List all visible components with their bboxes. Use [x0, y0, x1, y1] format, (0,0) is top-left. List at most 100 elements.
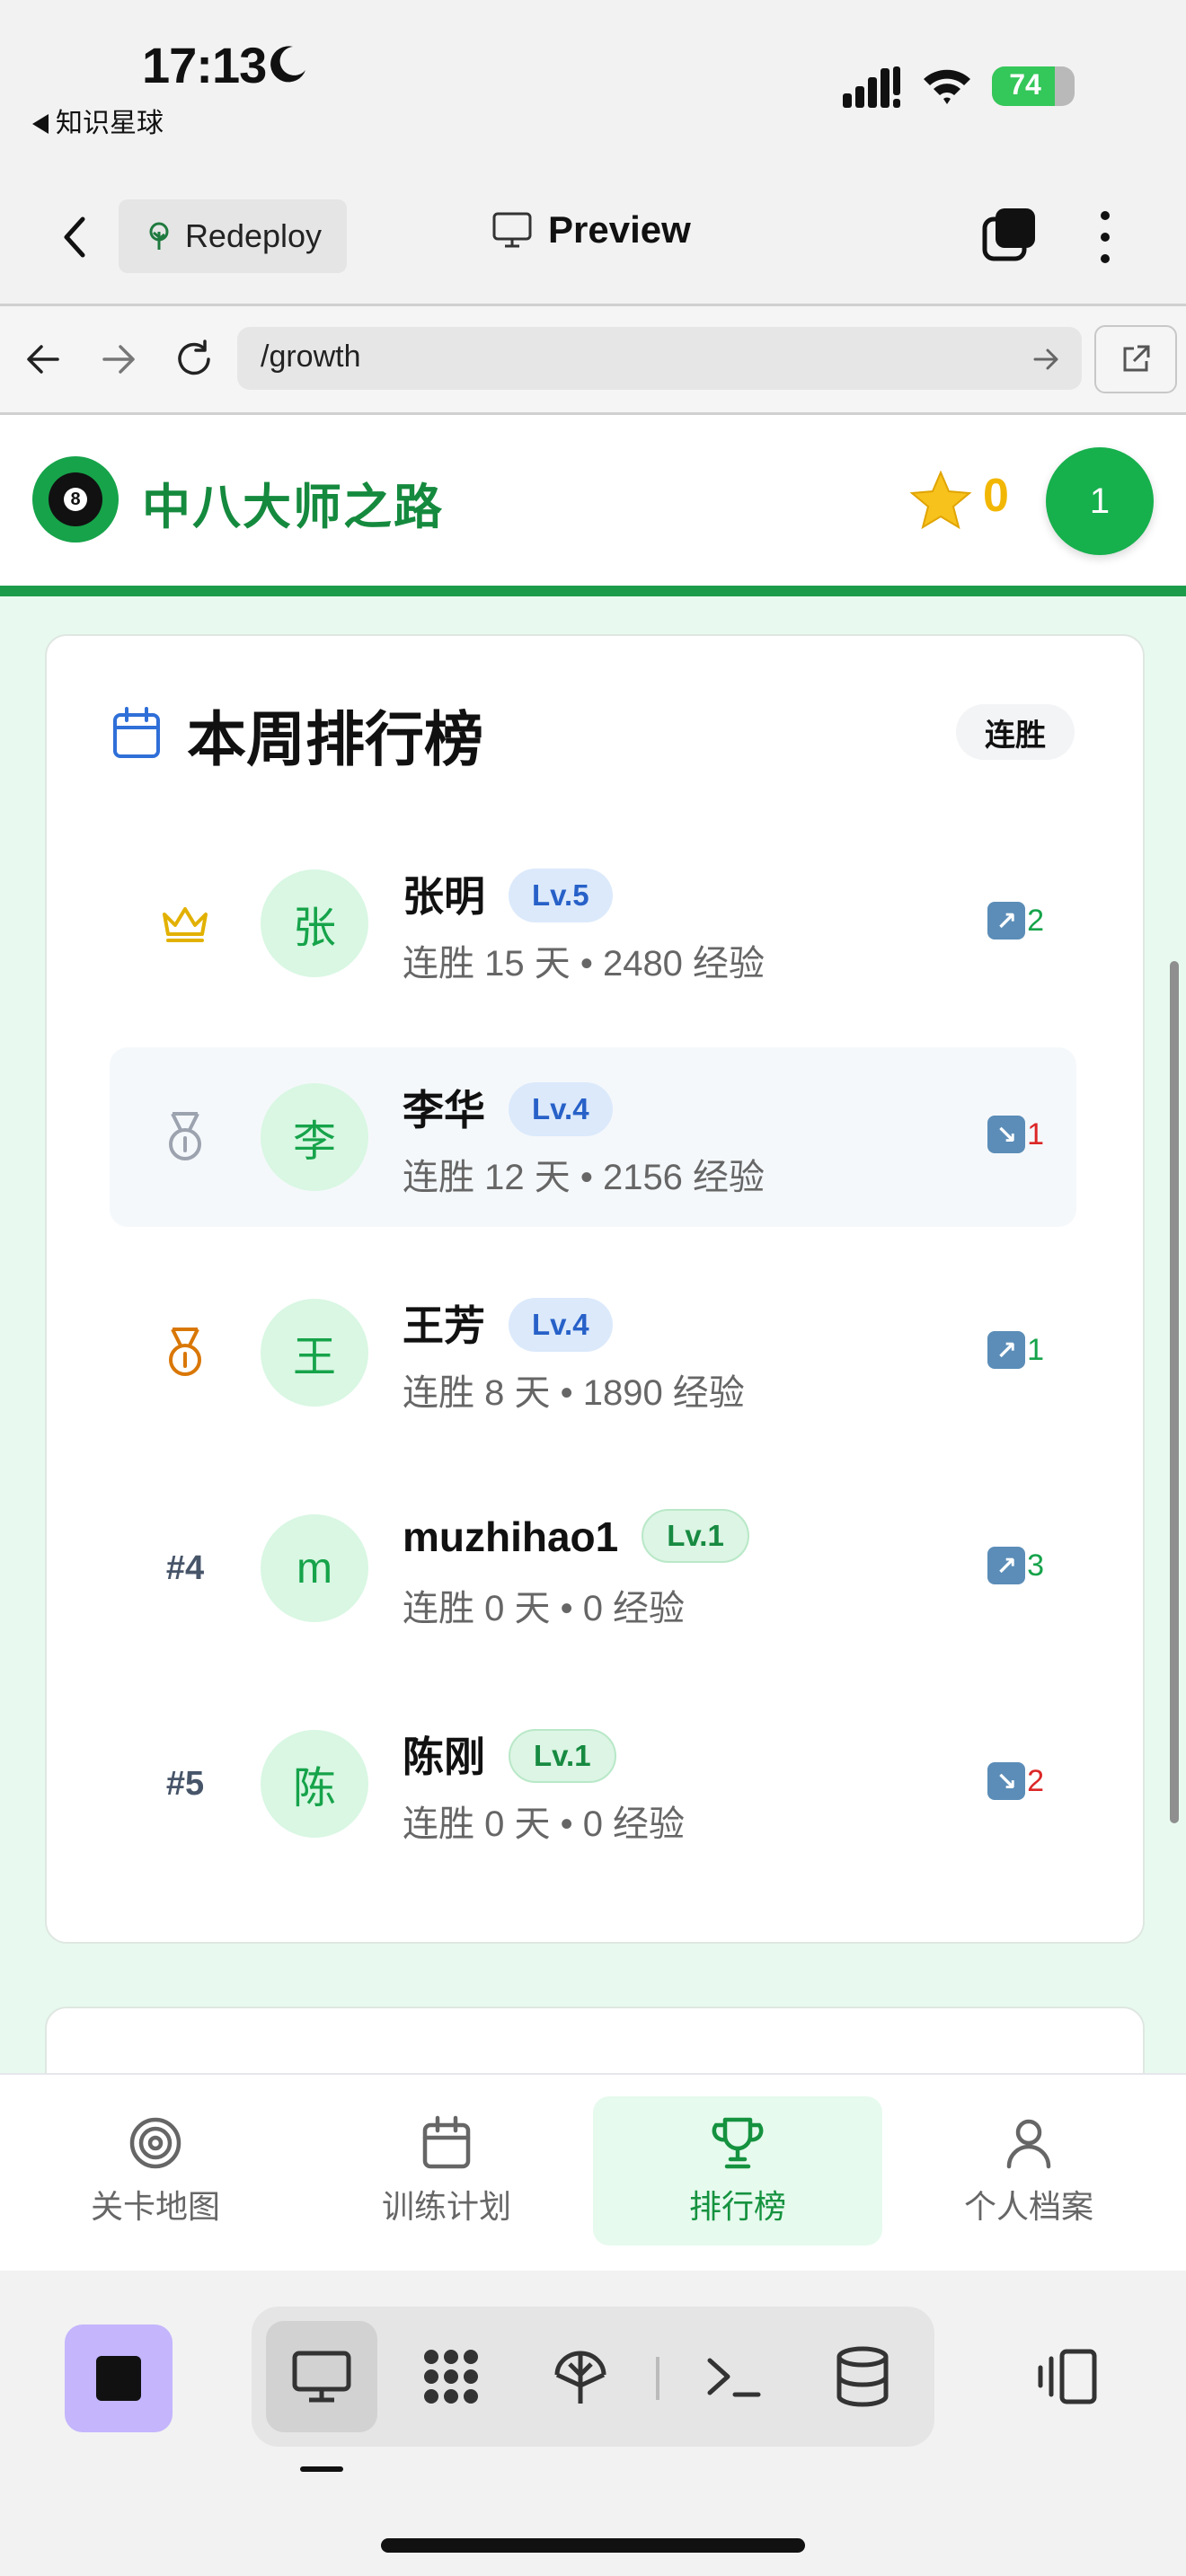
- header-accent-line: [0, 586, 1186, 596]
- back-to-app-link[interactable]: 知识星球: [32, 101, 164, 140]
- nav-tab-leaderboard[interactable]: 排行榜: [593, 2096, 882, 2245]
- nav-label: 排行榜: [688, 2188, 786, 2225]
- avatar: 李: [261, 1083, 368, 1191]
- leaderboard-row[interactable]: #4 m muzhihao1 Lv.1 连胜 0 天 • 0 经验 ↗ 3: [110, 1478, 1076, 1658]
- rank-change: ↗ 1: [987, 1331, 1044, 1369]
- url-path: /growth: [261, 340, 361, 374]
- player-stats: 连胜 0 天 • 0 经验: [403, 1804, 686, 1844]
- trend-up-icon: ↗: [987, 902, 1026, 940]
- stop-icon: [96, 2356, 141, 2401]
- url-input[interactable]: [237, 327, 1082, 390]
- level-badge: Lv.4: [509, 1082, 613, 1136]
- user-icon: [1006, 2119, 1051, 2169]
- stop-button[interactable]: [65, 2325, 173, 2432]
- workflow-icon[interactable]: [419, 2344, 483, 2409]
- avatar: 张: [261, 869, 368, 977]
- nav-label: 关卡地图: [90, 2188, 220, 2225]
- crown-icon: [163, 907, 208, 942]
- player-name: 张明 Lv.5: [403, 864, 613, 923]
- level-badge: Lv.1: [509, 1729, 616, 1783]
- database-icon[interactable]: [830, 2344, 895, 2409]
- preview-title: Preview: [492, 208, 691, 251]
- scrollbar[interactable]: [1170, 961, 1179, 1823]
- calendar-icon: [113, 707, 160, 758]
- trend-value: 2: [1027, 903, 1044, 938]
- target-icon: [129, 2117, 181, 2169]
- nav-tab-profile[interactable]: 个人档案: [884, 2096, 1173, 2245]
- star-count: 0: [983, 470, 1009, 522]
- trend-value: 1: [1027, 1332, 1044, 1367]
- battery-indicator: 74: [992, 66, 1075, 106]
- calendar-icon: [422, 2115, 471, 2169]
- monitor-icon: [492, 212, 532, 248]
- nav-label: 训练计划: [381, 2188, 511, 2225]
- player-name-text: 王芳: [403, 1302, 485, 1349]
- trend-up-icon: ↗: [987, 1331, 1026, 1369]
- star-icon: [909, 470, 972, 530]
- redeploy-button[interactable]: Redeploy: [119, 199, 347, 273]
- dock-separator: [656, 2357, 659, 2400]
- player-name-text: muzhihao1: [403, 1513, 619, 1560]
- player-name: muzhihao1 Lv.1: [403, 1509, 749, 1563]
- trend-down-icon: ↘: [987, 1762, 1026, 1800]
- home-indicator[interactable]: [381, 2538, 805, 2553]
- preview-label: Preview: [548, 208, 691, 251]
- silver-medal-icon: [169, 1112, 201, 1160]
- player-name: 李华 Lv.4: [403, 1078, 613, 1137]
- player-name-text: 李华: [403, 1087, 485, 1134]
- leaderboard-row[interactable]: #5 陈 陈刚 Lv.1 连胜 0 天 • 0 经验 ↘ 2: [110, 1694, 1076, 1874]
- monitor-icon[interactable]: [289, 2344, 354, 2409]
- player-name-text: 张明: [403, 873, 485, 920]
- leaderboard-row[interactable]: 王 王芳 Lv.4 连胜 8 天 • 1890 经验 ↗ 1: [110, 1263, 1076, 1442]
- rank-change: ↘ 2: [987, 1762, 1044, 1800]
- external-link-icon: [1123, 345, 1150, 372]
- player-stats: 连胜 8 天 • 1890 经验: [403, 1373, 745, 1413]
- back-chevron-icon[interactable]: [58, 212, 93, 262]
- nav-tab-training-plan[interactable]: 训练计划: [302, 2096, 591, 2245]
- leaderboard-row[interactable]: 李 李华 Lv.4 连胜 12 天 • 2156 经验 ↘ 1: [110, 1047, 1076, 1227]
- reload-icon[interactable]: [174, 340, 214, 379]
- nav-tab-level-map[interactable]: 关卡地图: [11, 2096, 300, 2245]
- url-go-arrow-icon[interactable]: [1031, 345, 1062, 374]
- rank-cell: [110, 834, 261, 1013]
- wifi-icon: [924, 69, 970, 104]
- nav-back-icon[interactable]: [25, 343, 61, 375]
- split-view-icon[interactable]: [1035, 2344, 1100, 2409]
- streak-filter-chip[interactable]: 连胜: [956, 704, 1075, 760]
- leaderboard-title: 本周排行榜: [187, 706, 483, 772]
- bronze-medal-icon: [169, 1328, 201, 1376]
- trend-value: 1: [1027, 1116, 1044, 1151]
- cellular-signal-icon: [843, 66, 900, 108]
- avatar: m: [261, 1514, 368, 1622]
- deploy-tree-icon[interactable]: [548, 2344, 613, 2409]
- tabs-icon[interactable]: [981, 207, 1037, 262]
- rank-label: #4: [165, 1548, 205, 1587]
- ball-number: 8: [64, 488, 87, 511]
- terminal-icon[interactable]: [701, 2344, 766, 2409]
- nav-label: 个人档案: [963, 2188, 1093, 2225]
- battery-level: 74: [1009, 68, 1041, 101]
- rank-label: #5: [165, 1764, 205, 1803]
- player-name-text: 陈刚: [403, 1734, 485, 1780]
- player-stats: 连胜 12 天 • 2156 经验: [403, 1158, 766, 1197]
- rank-change: ↗ 3: [987, 1547, 1044, 1584]
- nav-forward-icon[interactable]: [101, 343, 137, 375]
- trend-down-icon: ↘: [987, 1116, 1026, 1153]
- rank-cell: [110, 1263, 261, 1442]
- rank-change: ↗ 2: [987, 902, 1044, 940]
- leaderboard-row[interactable]: 张 张明 Lv.5 连胜 15 天 • 2480 经验 ↗ 2: [110, 834, 1076, 1013]
- more-menu-icon[interactable]: [1094, 208, 1116, 266]
- redeploy-label: Redeploy: [184, 217, 323, 254]
- player-name: 王芳 Lv.4: [403, 1293, 613, 1353]
- level-badge: Lv.1: [642, 1509, 749, 1563]
- rank-cell: [110, 1047, 261, 1227]
- avatar: 陈: [261, 1730, 368, 1838]
- trend-value: 3: [1027, 1548, 1044, 1583]
- app-brand-title: 中八大师之路: [142, 481, 444, 534]
- avatar: 王: [261, 1299, 368, 1407]
- user-level-badge[interactable]: 1: [1046, 447, 1154, 555]
- trend-value: 2: [1027, 1763, 1044, 1798]
- player-stats: 连胜 15 天 • 2480 经验: [403, 944, 766, 984]
- tree-icon: [149, 222, 169, 250]
- open-external-button[interactable]: [1094, 325, 1177, 393]
